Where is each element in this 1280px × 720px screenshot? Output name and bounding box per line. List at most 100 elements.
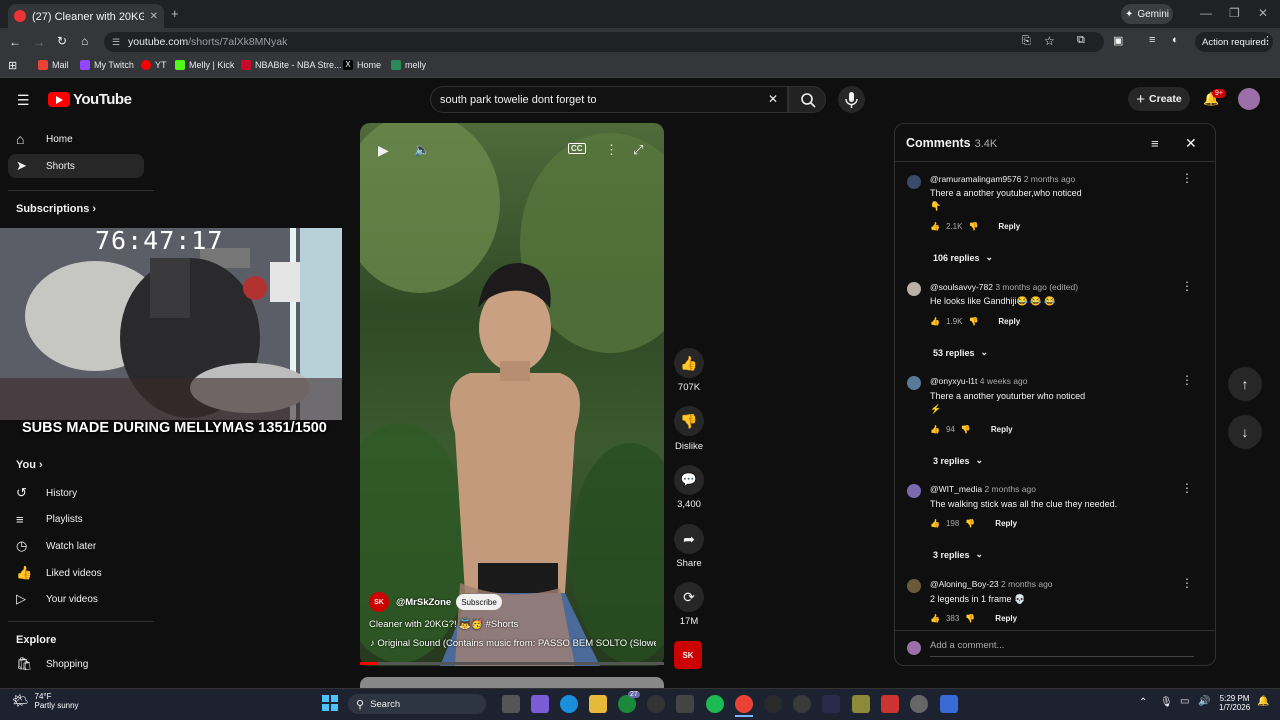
- store-icon[interactable]: [676, 695, 694, 713]
- volume-tray-icon[interactable]: 🔊: [1198, 696, 1210, 707]
- sidebar-item-liked-videos[interactable]: 👍 Liked videos: [16, 565, 102, 581]
- install-icon[interactable]: ⎘: [1022, 35, 1031, 48]
- more-options-icon[interactable]: ⋮: [605, 142, 618, 158]
- thumbs-down-icon[interactable]: 👎: [965, 519, 975, 528]
- bookmark-melly-kick[interactable]: Melly | Kick: [175, 60, 234, 70]
- captions-icon[interactable]: CC: [568, 143, 586, 154]
- you-heading[interactable]: You ›: [16, 459, 43, 471]
- thumbs-down-icon[interactable]: 👎: [965, 614, 975, 623]
- thumbs-up-icon[interactable]: 👍: [930, 317, 940, 326]
- extensions-icon[interactable]: ⧉: [1077, 34, 1085, 47]
- tray-overflow-icon[interactable]: ⌃: [1139, 697, 1147, 708]
- github-icon[interactable]: [647, 695, 665, 713]
- sound-channel-thumbnail[interactable]: SK: [674, 641, 702, 669]
- avatar[interactable]: [907, 579, 921, 593]
- short-sound[interactable]: ♪ Original Sound (Contains music from: P…: [370, 638, 656, 649]
- comment-author[interactable]: @ramuramalingam9576 2 months ago: [930, 174, 1075, 184]
- site-info-icon[interactable]: ☰: [112, 37, 120, 48]
- subscriptions-heading[interactable]: Subscriptions ›: [16, 203, 96, 215]
- weather-widget[interactable]: 🌤 74°F Partly sunny: [12, 692, 79, 710]
- maximize-icon[interactable]: ❐: [1229, 6, 1240, 20]
- add-comment-input[interactable]: Add a comment...: [930, 640, 1004, 651]
- app-icon[interactable]: [852, 695, 870, 713]
- youtube-logo[interactable]: YouTube: [48, 91, 132, 108]
- avatar[interactable]: [907, 484, 921, 498]
- windows-start-icon[interactable]: [322, 695, 338, 711]
- previous-short-button[interactable]: ↑: [1228, 367, 1262, 401]
- chrome-icon[interactable]: [735, 695, 753, 713]
- view-replies-button[interactable]: 3 replies ⌄: [933, 455, 983, 466]
- comment-author[interactable]: @WIT_media 2 months ago: [930, 484, 1036, 494]
- reply-button[interactable]: Reply: [995, 519, 1017, 528]
- copilot-icon[interactable]: [531, 695, 549, 713]
- progress-track[interactable]: [360, 662, 664, 665]
- bookmark-nbabite[interactable]: NBABite - NBA Stre...: [241, 60, 342, 70]
- taskbar-search[interactable]: ⚲ Search: [348, 694, 486, 714]
- view-replies-button[interactable]: 53 replies ⌄: [933, 347, 988, 358]
- sort-icon[interactable]: ≡: [1151, 136, 1159, 151]
- comment-author[interactable]: @Aloning_Boy-23 2 months ago: [930, 579, 1053, 589]
- taskbar-clock[interactable]: 5:29 PM 1/7/2026: [1219, 694, 1250, 712]
- thumbs-up-icon[interactable]: 👍: [930, 519, 940, 528]
- comment-more-icon[interactable]: ⋮: [1181, 279, 1193, 293]
- play-icon[interactable]: ▶: [378, 142, 389, 159]
- like-button[interactable]: 👍: [674, 348, 704, 378]
- sidebar-item-your-videos[interactable]: ▷ Your videos: [16, 591, 98, 607]
- edge-icon[interactable]: [560, 695, 578, 713]
- task-view-icon[interactable]: [502, 695, 520, 713]
- bookmark-my-twitch[interactable]: My Twitch: [80, 60, 134, 70]
- remix-button[interactable]: ⟳: [674, 582, 704, 612]
- back-icon[interactable]: ←: [9, 35, 21, 49]
- thumbs-up-icon[interactable]: 👍: [930, 222, 940, 231]
- apps-grid-icon[interactable]: ⊞: [8, 59, 17, 72]
- sidebar-item-playlists[interactable]: ≡ Playlists: [16, 512, 83, 527]
- new-tab-button[interactable]: +: [171, 6, 179, 21]
- comment-more-icon[interactable]: ⋮: [1181, 576, 1193, 590]
- bookmark-mail[interactable]: Mail: [38, 60, 69, 70]
- notification-center-icon[interactable]: 🔔: [1257, 696, 1269, 707]
- bookmark-yt[interactable]: YT: [141, 60, 167, 70]
- comments-button[interactable]: 💬: [674, 465, 704, 495]
- sidebar-item-history[interactable]: ↺ History: [16, 485, 77, 501]
- gemini-button[interactable]: ✦ Gemini: [1121, 4, 1173, 24]
- blue-app-icon[interactable]: [940, 695, 958, 713]
- close-tab-icon[interactable]: ✕: [150, 11, 158, 22]
- share-button[interactable]: ➦: [674, 524, 704, 554]
- reload-icon[interactable]: ↻: [57, 34, 67, 48]
- microphone-tray-icon[interactable]: 🎙: [1160, 697, 1173, 708]
- home-icon[interactable]: ⌂: [81, 34, 88, 48]
- close-window-icon[interactable]: ✕: [1258, 6, 1268, 20]
- hamburger-menu-icon[interactable]: ☰: [17, 92, 30, 109]
- tab-search-icon[interactable]: ▣: [1113, 34, 1123, 47]
- channel-name[interactable]: @MrSkZone: [396, 597, 451, 608]
- reply-button[interactable]: Reply: [995, 614, 1017, 623]
- obs-icon[interactable]: [764, 695, 782, 713]
- minimize-icon[interactable]: —: [1200, 6, 1212, 20]
- red-app-icon[interactable]: [881, 695, 899, 713]
- reply-button[interactable]: Reply: [991, 425, 1013, 434]
- reading-list-icon[interactable]: ≡: [1149, 34, 1155, 46]
- terminal-icon[interactable]: [822, 695, 840, 713]
- short-title[interactable]: Cleaner with 20KG?! 👼🥳 #Shorts: [369, 619, 518, 630]
- avatar[interactable]: [907, 175, 921, 189]
- search-input[interactable]: south park towelie dont forget to: [430, 86, 788, 113]
- sidebar-item-shorts[interactable]: ➤ Shorts: [16, 158, 75, 174]
- media-player-icon[interactable]: [793, 695, 811, 713]
- close-comments-icon[interactable]: ✕: [1185, 135, 1197, 152]
- thumbs-up-icon[interactable]: 👍: [930, 614, 940, 623]
- bookmark-star-icon[interactable]: ☆: [1044, 34, 1055, 48]
- view-replies-button[interactable]: 3 replies ⌄: [933, 549, 983, 560]
- bookmark-home[interactable]: X Home: [343, 60, 381, 70]
- forward-icon[interactable]: →: [33, 35, 45, 49]
- settings-gear-icon[interactable]: [910, 695, 928, 713]
- dislike-button[interactable]: 👎: [674, 406, 704, 436]
- thumbs-down-icon[interactable]: 👎: [968, 222, 978, 231]
- file-explorer-icon[interactable]: [589, 695, 607, 713]
- browser-menu-icon[interactable]: ⋮: [1262, 34, 1273, 47]
- next-short-button[interactable]: ↓: [1228, 415, 1262, 449]
- thumbs-down-icon[interactable]: 👎: [968, 317, 978, 326]
- profile-icon[interactable]: ◐: [1172, 34, 1179, 46]
- create-button[interactable]: + Create: [1128, 87, 1190, 111]
- avatar[interactable]: [907, 282, 921, 296]
- bookmark-melly[interactable]: melly: [391, 60, 426, 70]
